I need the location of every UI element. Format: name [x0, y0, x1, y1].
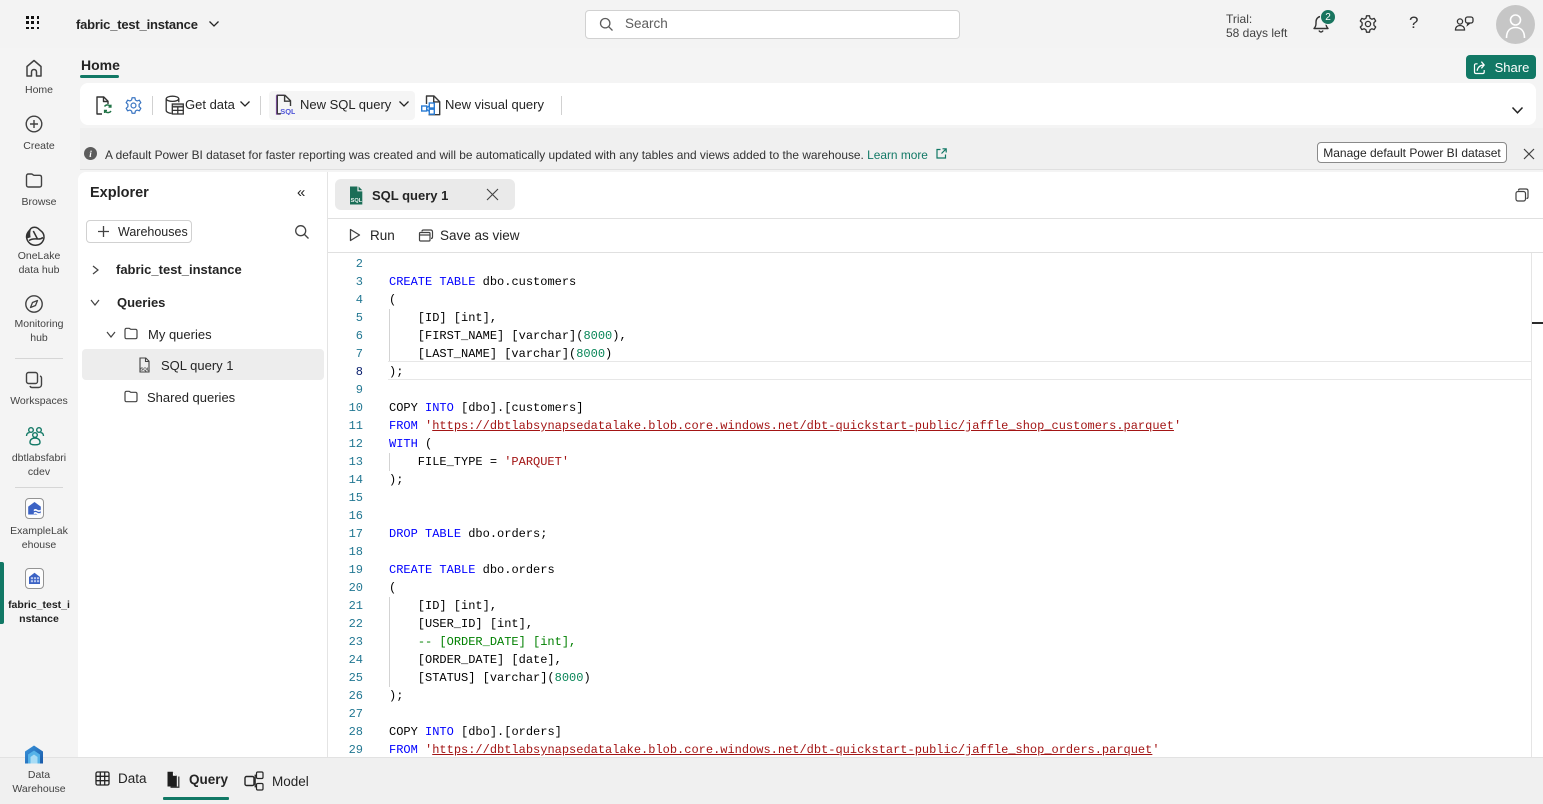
- svg-text:SQL: SQL: [280, 107, 295, 115]
- svg-text:SQL: SQL: [140, 367, 150, 372]
- svg-text:SQL: SQL: [351, 198, 363, 204]
